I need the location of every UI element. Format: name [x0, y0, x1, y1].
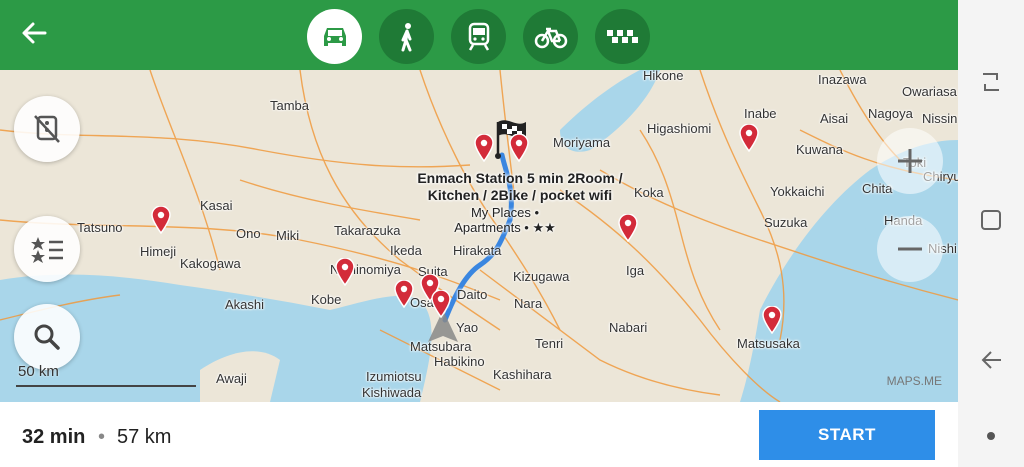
city-label: Matsusaka	[737, 336, 800, 351]
city-label: Akashi	[225, 297, 265, 312]
city-label: Kasai	[200, 198, 233, 213]
city-label: Yokkaichi	[770, 184, 825, 199]
minus-icon	[898, 247, 922, 251]
app-root: Hikone Inazawa Owariasa Tamba Inabe Aisai Nago…	[0, 0, 958, 467]
city-label: Takarazuka	[334, 223, 401, 238]
map-pin-icon[interactable]	[431, 290, 451, 318]
routing-top-bar	[0, 0, 958, 70]
search-button[interactable]	[14, 304, 80, 370]
city-label: Iga	[626, 263, 645, 278]
arrow-left-icon	[22, 22, 47, 44]
city-label: Hikone	[643, 70, 684, 83]
city-label: Yao	[456, 320, 479, 335]
taxi-icon	[606, 29, 638, 43]
pedestrian-icon	[401, 22, 411, 51]
city-label: Higashiomi	[647, 121, 712, 136]
city-label: Kuwana	[796, 142, 843, 157]
map-pin-icon[interactable]	[394, 280, 414, 308]
city-label: Inabe	[744, 106, 777, 121]
city-label: Tenri	[535, 336, 564, 351]
bicycle-icon	[534, 27, 567, 48]
poi-category: My Places • Apartments • ★★	[454, 205, 556, 235]
map-canvas	[0, 70, 958, 402]
city-label: Tamba	[270, 98, 310, 113]
mode-car-button[interactable]	[307, 9, 362, 64]
home-icon	[981, 210, 1001, 230]
city-label: Matsubara	[410, 339, 472, 354]
traffic-toggle-button[interactable]	[14, 96, 80, 162]
map-pin-icon[interactable]	[474, 134, 494, 162]
map-pin-icon[interactable]	[618, 214, 638, 242]
home-button[interactable]	[971, 200, 1011, 240]
search-icon	[34, 324, 60, 350]
nav-dot-button[interactable]	[971, 416, 1011, 456]
route-distance: 57 km	[117, 426, 172, 448]
mode-bicycle-button[interactable]	[523, 9, 578, 64]
zoom-in-button[interactable]	[877, 128, 943, 194]
bookmarks-button[interactable]	[14, 216, 80, 282]
city-label: Kobe	[311, 292, 342, 307]
map-pin-icon[interactable]	[335, 258, 355, 286]
city-label: Moriyama	[553, 135, 611, 150]
map-pin-icon[interactable]	[509, 134, 529, 162]
scale-bar	[16, 385, 196, 387]
maps-watermark: MAPS.ME	[886, 374, 942, 388]
city-label: Owariasa	[902, 84, 957, 99]
city-label: Miki	[276, 228, 300, 243]
mode-walk-button[interactable]	[379, 9, 434, 64]
city-label: Nabari	[609, 320, 648, 335]
city-label: Himeji	[140, 244, 177, 259]
map-view[interactable]: Hikone Inazawa Owariasa Tamba Inabe Aisai Nago…	[0, 70, 958, 402]
city-label: Tatsuno	[77, 220, 123, 235]
system-nav-bar	[958, 0, 1024, 467]
route-summary-bar: 32 min • 57 km START	[0, 402, 958, 467]
mode-taxi-button[interactable]	[595, 9, 650, 64]
city-label: Hirakata	[453, 243, 502, 258]
car-icon	[323, 27, 346, 46]
city-label: Kizugawa	[513, 269, 570, 284]
city-label: Kashihara	[493, 367, 552, 382]
route-time: 32 min	[22, 426, 86, 448]
city-label: Kishiwada	[362, 385, 422, 400]
route-separator: •	[98, 426, 106, 448]
city-label: Nagoya	[868, 106, 913, 121]
plus-icon	[898, 149, 922, 173]
city-label: Awaji	[216, 371, 247, 386]
city-label: Nara	[514, 296, 543, 311]
city-label: Ono	[236, 226, 261, 241]
mode-transit-button[interactable]	[451, 9, 506, 64]
map-pin-icon[interactable]	[151, 206, 171, 234]
city-label: Habikino	[434, 354, 485, 369]
system-back-button[interactable]	[971, 340, 1011, 380]
recent-apps-icon	[983, 73, 999, 91]
start-button[interactable]: START	[759, 410, 935, 460]
map-pin-icon[interactable]	[739, 124, 759, 152]
city-label: Aisai	[820, 111, 849, 126]
map-pin-icon[interactable]	[762, 306, 782, 334]
city-label: Izumiotsu	[366, 369, 422, 384]
zoom-out-button[interactable]	[877, 216, 943, 282]
back-button[interactable]	[14, 17, 54, 57]
poi-title[interactable]: Enmach Station 5 min 2Room / Kitchen / 2…	[395, 170, 645, 204]
scale-label: 50 km	[18, 363, 59, 380]
city-label: Kakogawa	[180, 256, 241, 271]
traffic-off-icon	[34, 115, 60, 143]
nav-dot-icon	[987, 432, 995, 440]
city-label: Nissin	[922, 111, 958, 126]
bookmarks-icon	[31, 237, 63, 263]
back-icon	[981, 351, 1001, 369]
city-label: Inazawa	[818, 72, 867, 87]
city-label: Suzuka	[764, 215, 808, 230]
city-label: Ikeda	[390, 243, 422, 258]
train-icon	[468, 22, 489, 51]
city-label: Daito	[457, 287, 488, 302]
recent-apps-button[interactable]	[971, 62, 1011, 102]
